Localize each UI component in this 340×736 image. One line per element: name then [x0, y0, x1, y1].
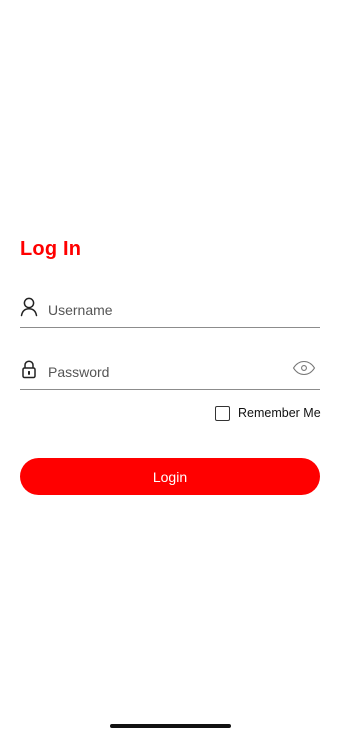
- password-input[interactable]: [48, 361, 288, 383]
- home-indicator: [110, 724, 231, 728]
- remember-me-checkbox[interactable]: Remember Me: [215, 404, 321, 422]
- login-button[interactable]: Login: [20, 458, 320, 495]
- checkbox-box[interactable]: [215, 405, 230, 421]
- eye-icon[interactable]: [292, 360, 316, 376]
- page-title: Log In: [20, 238, 82, 260]
- login-screen: Log In Remember Me Log: [0, 0, 340, 736]
- password-field[interactable]: [20, 355, 320, 390]
- username-field[interactable]: [20, 293, 320, 328]
- lock-icon: [20, 359, 38, 379]
- user-icon: [20, 297, 38, 317]
- username-input[interactable]: [48, 299, 288, 321]
- remember-me-label: Remember Me: [238, 406, 321, 420]
